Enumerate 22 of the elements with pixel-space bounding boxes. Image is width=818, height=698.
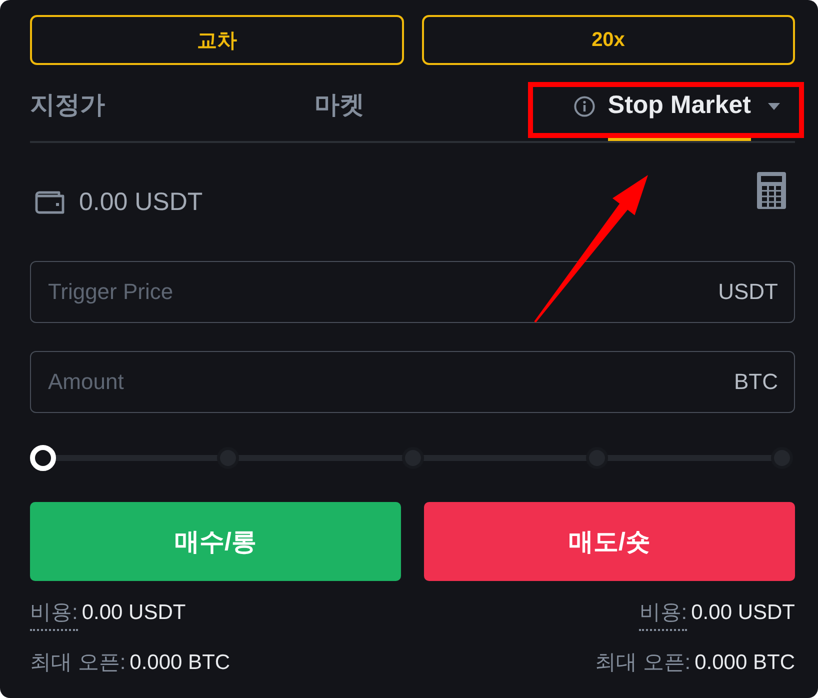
order-type-tab[interactable]: 지정가 <box>30 85 105 141</box>
margin-setting-button[interactable]: 20x <box>422 15 795 65</box>
max-open-value: 0.000 BTC <box>130 650 230 676</box>
caret-icon <box>768 103 780 110</box>
fee-label: 비용: <box>30 599 78 631</box>
wallet-icon <box>35 190 65 214</box>
slider-thumb[interactable] <box>30 445 56 471</box>
fee-value: 0.00 USDT <box>691 600 795 626</box>
margin-setting-button[interactable]: 교차 <box>30 15 404 65</box>
info-icon <box>574 96 595 117</box>
fee-value: 0.00 USDT <box>82 600 186 626</box>
order-type-tab[interactable]: Stop Market <box>574 85 780 141</box>
max-open-label: 최대 오픈: <box>30 650 126 676</box>
balance-amount: 0.00 USDT <box>79 188 203 216</box>
order-type-tab[interactable]: 마켓 <box>314 85 364 141</box>
fee-label: 비용: <box>639 599 688 631</box>
calculator-icon[interactable] <box>757 172 786 209</box>
max-open-value: 0.000 BTC <box>694 650 795 676</box>
sell-short-button[interactable]: 매도/숏 <box>424 502 795 581</box>
max-open-label: 최대 오픈: <box>594 650 691 676</box>
unit-label: USDT <box>718 279 778 305</box>
unit-label: BTC <box>734 369 778 395</box>
